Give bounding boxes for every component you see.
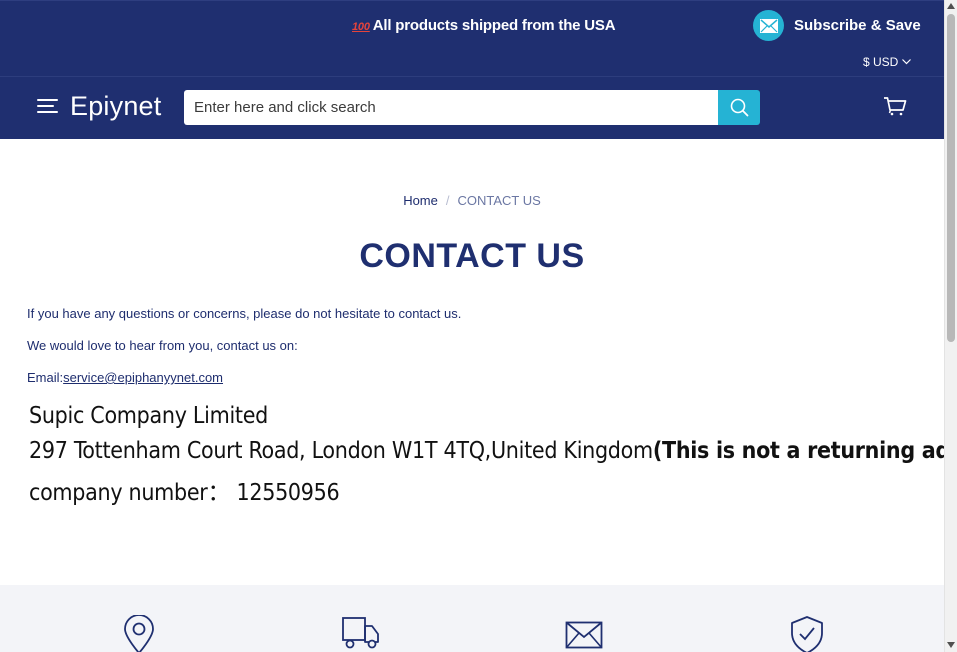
envelope-icon xyxy=(565,621,603,649)
email-label: Email: xyxy=(27,370,64,385)
search-button[interactable] xyxy=(718,90,760,125)
contact-text: We would love to hear from you, contact … xyxy=(27,338,298,353)
company-number: company number： 12550956 xyxy=(29,480,340,506)
vertical-scrollbar[interactable] xyxy=(944,0,957,652)
company-name: Supic Company Limited xyxy=(29,403,268,429)
subscribe-label: Subscribe & Save xyxy=(794,17,921,34)
delivery-truck-icon xyxy=(342,617,379,649)
subscribe-button[interactable]: Subscribe & Save xyxy=(753,10,921,41)
breadcrumb-separator: / xyxy=(445,193,450,208)
location-pin-icon xyxy=(124,615,154,652)
hundred-points-icon: 100 xyxy=(352,21,370,33)
announcement-text: All products shipped from the USA xyxy=(372,17,616,34)
breadcrumb-home-link[interactable]: Home xyxy=(403,193,438,208)
currency-selector[interactable]: $ USD xyxy=(863,55,912,69)
address-note: (This is not a returning address) xyxy=(652,438,944,464)
features-band xyxy=(0,585,944,652)
scrollbar-thumb[interactable] xyxy=(947,14,955,342)
chevron-down-icon xyxy=(902,59,912,65)
company-address: 297 Tottenham Court Road, London W1T 4TQ… xyxy=(29,438,944,464)
breadcrumb-current: CONTACT US xyxy=(457,193,541,208)
scroll-up-arrow-icon[interactable] xyxy=(947,3,955,9)
brand-logo[interactable]: Epiynet xyxy=(70,91,161,122)
page-title: CONTACT US xyxy=(359,237,585,275)
email-line: Email:service@epiphanyynet.com xyxy=(27,370,223,385)
company-address-image: Supic Company Limited 297 Tottenham Cour… xyxy=(29,401,944,511)
site-header: Epiynet xyxy=(0,76,944,139)
search-bar xyxy=(184,90,760,125)
page: 100 All products shipped from the USA Sub… xyxy=(0,0,944,652)
scroll-down-arrow-icon[interactable] xyxy=(947,642,955,648)
currency-label: $ USD xyxy=(863,55,899,69)
announcement: 100 All products shipped from the USA xyxy=(352,17,616,34)
shield-check-icon xyxy=(791,616,823,652)
intro-text: If you have any questions or concerns, p… xyxy=(27,306,462,321)
breadcrumb: Home / CONTACT US xyxy=(0,193,944,208)
address-line: 297 Tottenham Court Road, London W1T 4TQ… xyxy=(29,438,653,464)
hamburger-menu-icon[interactable] xyxy=(37,97,59,115)
mail-icon xyxy=(753,10,784,41)
search-input[interactable] xyxy=(184,90,718,125)
announcement-bar: 100 All products shipped from the USA Sub… xyxy=(0,0,944,76)
cart-icon[interactable] xyxy=(883,96,907,121)
email-link[interactable]: service@epiphanyynet.com xyxy=(63,370,223,385)
search-icon xyxy=(730,98,748,117)
